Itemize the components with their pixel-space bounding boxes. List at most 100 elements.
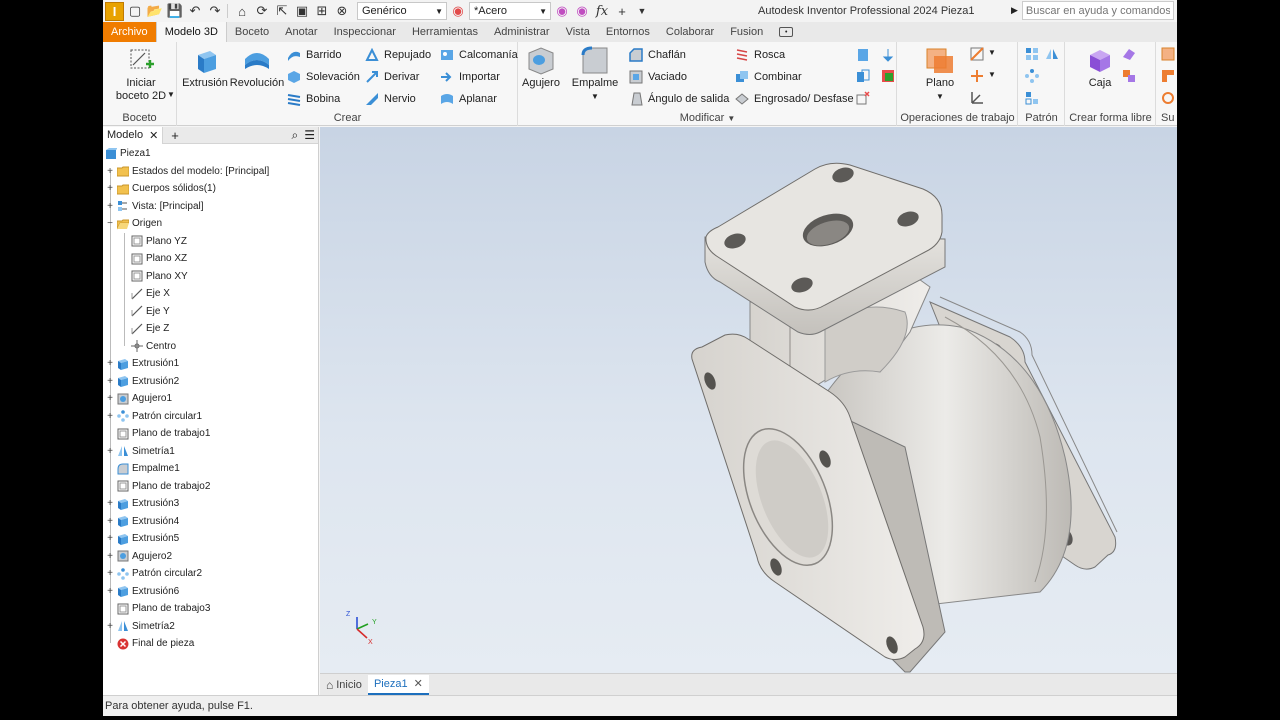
solevacion-button[interactable]: Solevación	[287, 68, 360, 86]
agujero-button[interactable]: Agujero	[519, 45, 563, 90]
open-icon[interactable]: 📂	[146, 2, 164, 20]
expand-icon[interactable]: +	[106, 376, 114, 387]
caja-button[interactable]: Caja	[1080, 45, 1120, 90]
expand-icon[interactable]: +	[106, 446, 114, 457]
properties-icon[interactable]: ⊞	[313, 2, 331, 20]
material-combo[interactable]: *Acero ▼	[469, 2, 551, 20]
appearance-override-icon[interactable]: ◉	[553, 2, 571, 20]
expand-icon[interactable]: +	[106, 621, 114, 632]
importar-button[interactable]: Importar	[440, 68, 500, 86]
home-icon[interactable]: ⌂	[233, 2, 251, 20]
calcomania-button[interactable]: Calcomanía	[440, 46, 518, 64]
chevron-down-icon[interactable]: ▼	[988, 70, 996, 79]
tree-item[interactable]: + Patrón circular1	[106, 408, 202, 425]
expand-icon[interactable]: +	[106, 393, 114, 404]
chevron-down-icon[interactable]: ▼	[167, 90, 175, 99]
circular-pattern-icon[interactable]	[1025, 69, 1039, 83]
expand-icon[interactable]: +	[106, 166, 114, 177]
expand-icon[interactable]: +	[106, 516, 114, 527]
aplanar-button[interactable]: Aplanar	[440, 90, 497, 108]
tree-item[interactable]: Eje Y	[120, 303, 170, 320]
tab-boceto[interactable]: Boceto	[227, 22, 277, 42]
graphics-viewport[interactable]: Z Y X	[320, 127, 1177, 673]
chevron-right-icon[interactable]: ▶	[1011, 5, 1018, 16]
tree-item[interactable]: Eje X	[120, 285, 170, 302]
tree-item[interactable]: Plano YZ	[120, 233, 187, 250]
derivar-button[interactable]: Derivar	[365, 68, 419, 86]
new-file-icon[interactable]: ▢	[126, 2, 144, 20]
freeform-face-icon[interactable]	[1122, 47, 1136, 61]
save-icon[interactable]: 💾	[166, 2, 184, 20]
expand-icon[interactable]: +	[106, 533, 114, 544]
patch-icon[interactable]	[1161, 69, 1175, 83]
rebuild-icon[interactable]: ▣	[293, 2, 311, 20]
chaflan-button[interactable]: Chaflán	[629, 46, 686, 64]
expand-icon[interactable]: +	[106, 358, 114, 369]
tree-item[interactable]: Final de pieza	[106, 635, 194, 652]
delete-face-icon[interactable]	[856, 91, 870, 105]
fx-icon[interactable]: fx	[593, 2, 611, 20]
tab-anotar[interactable]: Anotar	[277, 22, 325, 42]
add-browser-icon[interactable]: +	[171, 128, 179, 143]
tree-item[interactable]: + Vista: [Principal]	[106, 198, 203, 215]
expand-icon[interactable]: +	[106, 183, 114, 194]
work-axis-icon[interactable]	[970, 47, 984, 61]
tree-item[interactable]: − Origen	[106, 215, 162, 232]
empalme-button[interactable]: Empalme ▼	[567, 45, 623, 103]
color-wheel-icon[interactable]: ◉	[449, 2, 467, 20]
expand-icon[interactable]: +	[106, 411, 114, 422]
tab-modelo-3d[interactable]: Modelo 3D	[155, 22, 227, 42]
plano-button[interactable]: Plano ▼	[918, 45, 962, 103]
extrusion-button[interactable]: Extrusión	[180, 45, 230, 90]
tree-item[interactable]: + Estados del modelo: [Principal]	[106, 163, 269, 180]
tree-item[interactable]: Empalme1	[106, 460, 180, 477]
tree-item[interactable]: + Agujero2	[106, 548, 172, 565]
no-entry-icon[interactable]: ⊗	[333, 2, 351, 20]
doc-tab-inicio[interactable]: ⌂ Inicio	[320, 675, 368, 695]
split-icon[interactable]	[856, 48, 870, 62]
tree-item[interactable]: Plano de trabajo1	[106, 425, 210, 442]
tree-item[interactable]: + Extrusión2	[106, 373, 179, 390]
tree-item[interactable]: Plano de trabajo2	[106, 478, 210, 495]
chevron-down-icon[interactable]: ▼	[988, 48, 996, 57]
search-input[interactable]	[1021, 1, 1174, 20]
work-point-icon[interactable]	[970, 69, 984, 83]
tree-item[interactable]: + Agujero1	[106, 390, 172, 407]
tree-item[interactable]: + Simetría1	[106, 443, 175, 460]
tree-item[interactable]: Eje Z	[120, 320, 169, 337]
tree-item[interactable]: Plano de trabajo3	[106, 600, 210, 617]
tree-item[interactable]: + Extrusión6	[106, 583, 179, 600]
freeform-convert-icon[interactable]	[1122, 69, 1136, 83]
move-body-icon[interactable]	[881, 69, 895, 83]
angulo-salida-button[interactable]: Ángulo de salida	[629, 90, 729, 108]
tree-item[interactable]: + Cuerpos sólidos(1)	[106, 180, 216, 197]
tab-fusion[interactable]: Fusion	[722, 22, 771, 42]
search-icon[interactable]: ⌕	[292, 128, 299, 143]
mirror-icon[interactable]	[1045, 47, 1059, 61]
tab-administrar[interactable]: Administrar	[486, 22, 558, 42]
select-icon[interactable]: ⇱	[273, 2, 291, 20]
panel-label-modificar[interactable]: Modificar ▼	[519, 112, 896, 124]
rosca-button[interactable]: Rosca	[735, 46, 785, 64]
collapse-icon[interactable]: −	[106, 218, 114, 229]
combinar-button[interactable]: Combinar	[735, 68, 802, 86]
close-icon[interactable]: ✕	[149, 129, 158, 142]
update-icon[interactable]: ⟳	[253, 2, 271, 20]
copy-object-icon[interactable]	[856, 69, 870, 83]
doc-tab-pieza1[interactable]: Pieza1 ✕	[367, 674, 429, 695]
tab-inspeccionar[interactable]: Inspeccionar	[326, 22, 404, 42]
barrido-button[interactable]: Barrido	[287, 46, 341, 64]
appearance-combo[interactable]: Genérico ▼	[357, 2, 447, 20]
browser-tab-modelo[interactable]: Modelo ✕	[103, 126, 164, 144]
repujado-button[interactable]: Repujado	[365, 46, 431, 64]
surface-icon[interactable]	[1161, 47, 1175, 61]
redo-icon[interactable]: ↷	[206, 2, 224, 20]
expand-icon[interactable]: +	[106, 551, 114, 562]
tab-colaborar[interactable]: Colaborar	[658, 22, 722, 42]
engrosado-button[interactable]: Engrosado/ Desfase	[735, 90, 854, 108]
tree-item[interactable]: + Extrusión5	[106, 530, 179, 547]
expand-icon[interactable]: +	[106, 568, 114, 579]
start-sketch-button[interactable]: Iniciar boceto 2D	[111, 45, 171, 103]
tree-item[interactable]: Pieza1	[105, 145, 151, 162]
tab-entornos[interactable]: Entornos	[598, 22, 658, 42]
